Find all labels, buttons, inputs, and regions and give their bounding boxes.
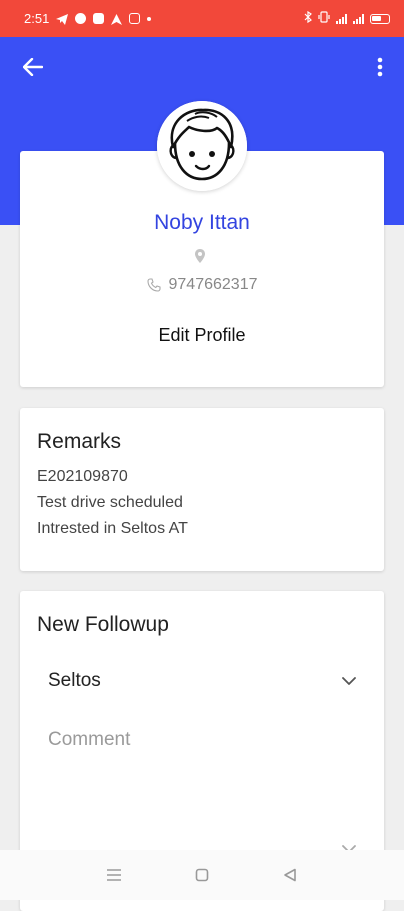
recent-apps-button[interactable]: [99, 860, 129, 890]
profile-name: Noby Ittan: [154, 211, 250, 234]
vehicle-select[interactable]: Seltos: [48, 666, 356, 696]
home-button[interactable]: [187, 860, 217, 890]
status-bar: 2:51: [0, 0, 404, 37]
location-icon: [195, 249, 205, 263]
home-icon: [195, 868, 209, 882]
edit-profile-button[interactable]: Edit Profile: [20, 325, 384, 346]
signal-icon: [353, 13, 364, 24]
status-time: 2:51: [24, 11, 50, 26]
phone-icon: [146, 278, 161, 292]
remarks-lines: E202109870 Test drive scheduled Intreste…: [37, 464, 188, 542]
status-left: 2:51: [24, 11, 152, 26]
navigation-bar: [0, 850, 404, 900]
more-options-button[interactable]: [368, 52, 392, 82]
dot-icon: [147, 16, 152, 21]
vibrate-icon: [318, 11, 330, 26]
vehicle-select-value: Seltos: [48, 670, 101, 691]
remarks-line: Intrested in Seltos AT: [37, 520, 188, 537]
remarks-card: Remarks E202109870 Test drive scheduled …: [20, 408, 384, 571]
instagram-icon: [129, 13, 141, 24]
signal-icon: [336, 13, 347, 24]
bluetooth-icon: [304, 10, 312, 26]
app-icon: [93, 13, 105, 24]
system-back-button[interactable]: [275, 860, 305, 890]
comment-field[interactable]: [48, 729, 348, 819]
avatar[interactable]: [157, 101, 247, 191]
telegram-icon: [56, 13, 69, 25]
chat-icon: [75, 13, 87, 24]
back-button[interactable]: [18, 52, 48, 82]
more-vertical-icon: [377, 57, 383, 77]
remarks-line: E202109870: [37, 468, 128, 485]
arrow-left-icon: [23, 58, 43, 76]
status-right: [304, 10, 390, 26]
battery-icon: [370, 13, 390, 24]
back-icon: [284, 868, 296, 882]
followup-title: New Followup: [37, 613, 169, 636]
phone-number: 9747662317: [168, 276, 258, 293]
navigation-icon: [111, 13, 123, 25]
remarks-title: Remarks: [37, 430, 122, 453]
avatar-face-icon: [157, 101, 247, 191]
chevron-down-icon: [342, 676, 356, 685]
phone-row[interactable]: 9747662317: [20, 276, 384, 294]
menu-icon: [107, 869, 121, 881]
remarks-line: Test drive scheduled: [37, 494, 183, 511]
